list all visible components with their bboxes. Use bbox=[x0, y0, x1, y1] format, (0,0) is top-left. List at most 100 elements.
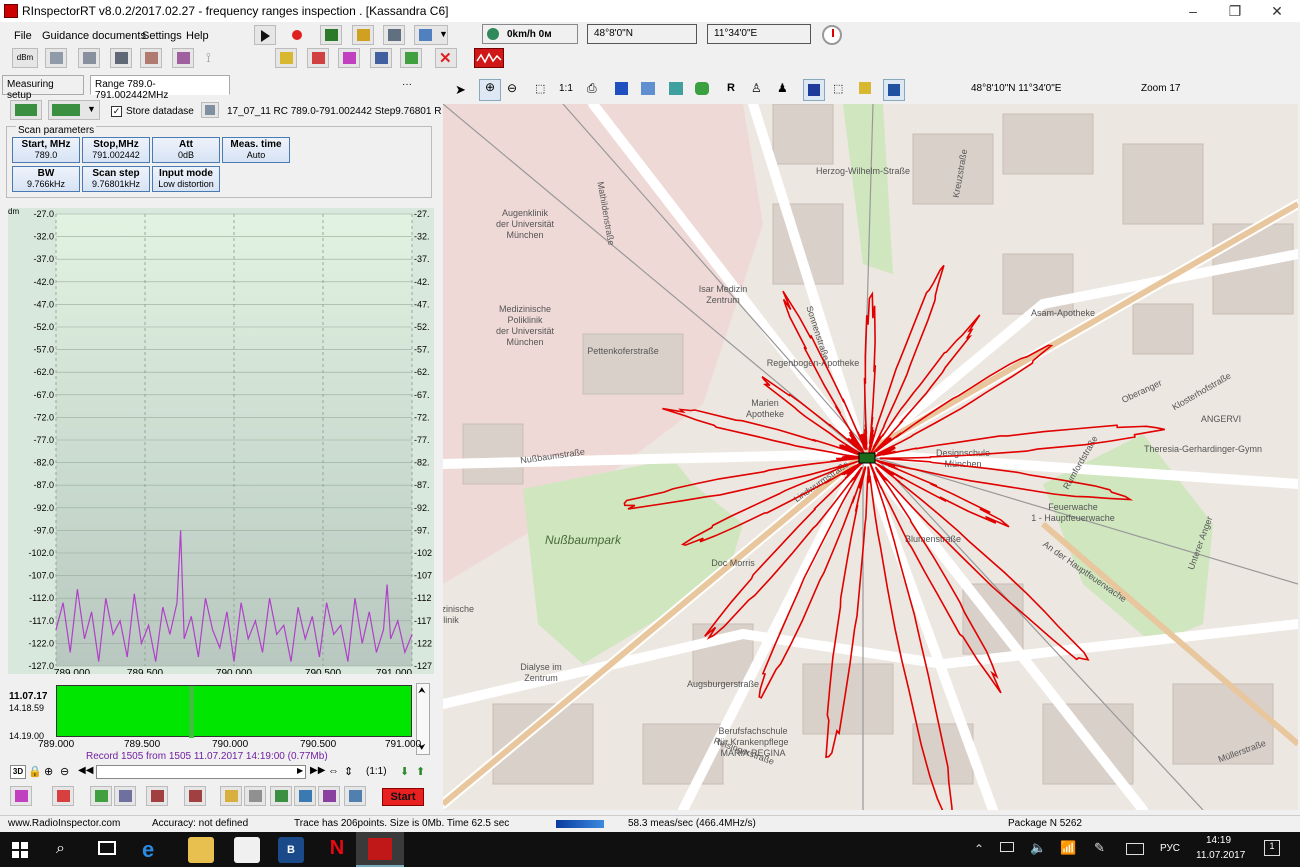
wifi-icon[interactable]: 📶 bbox=[1060, 840, 1076, 856]
r-icon[interactable]: R bbox=[727, 82, 735, 94]
dbm-button[interactable]: dBm bbox=[12, 48, 38, 68]
waterfall-display[interactable] bbox=[56, 685, 412, 738]
print-icon[interactable]: ⎙ bbox=[587, 81, 597, 96]
arrow-up-icon[interactable]: ⬆ bbox=[416, 765, 425, 778]
print-report-button[interactable] bbox=[307, 48, 329, 68]
antenna-icon[interactable]: ⟟ bbox=[206, 50, 220, 66]
more-icon[interactable]: ··· bbox=[402, 79, 412, 90]
expand-icon[interactable]: ⇕ bbox=[344, 765, 353, 778]
settings-button[interactable] bbox=[344, 786, 366, 806]
export-dropdown[interactable]: ▼ bbox=[48, 100, 100, 120]
table-button[interactable] bbox=[318, 786, 340, 806]
search-icon[interactable]: ⌕ bbox=[56, 840, 65, 858]
network-icon[interactable] bbox=[1000, 842, 1014, 852]
input-mode-button[interactable]: Input mode Low distortion bbox=[152, 166, 220, 192]
connect-button[interactable] bbox=[383, 25, 405, 45]
peak-button[interactable] bbox=[184, 786, 206, 806]
lock-icon[interactable]: 🔒 bbox=[28, 765, 42, 778]
zoom-out-tool-icon[interactable]: ⊖ bbox=[507, 81, 517, 95]
grid-map-button[interactable] bbox=[803, 79, 825, 101]
zoom-out-icon[interactable]: ⊖ bbox=[60, 765, 69, 778]
export-map-icon[interactable] bbox=[641, 82, 655, 95]
menu-file[interactable]: File bbox=[14, 30, 32, 42]
clock-time[interactable]: 14:19 bbox=[1206, 835, 1231, 846]
task-view-icon[interactable] bbox=[98, 841, 116, 855]
menu-guidance-documents[interactable]: Guidance documents bbox=[42, 30, 146, 42]
tab-measuring-setup[interactable]: Measuring setup bbox=[2, 75, 84, 101]
wave-button[interactable] bbox=[474, 48, 504, 68]
person-icon[interactable]: ♙ bbox=[751, 81, 762, 95]
scale-1-1-icon[interactable]: 1:1 bbox=[559, 83, 573, 94]
close-button[interactable]: ✕ bbox=[1254, 0, 1300, 22]
fast-forward-icon[interactable]: ▶▶ bbox=[310, 765, 325, 776]
att-button[interactable]: Att 0dB bbox=[152, 137, 220, 163]
keyboard-icon[interactable] bbox=[1126, 843, 1144, 855]
scroll-up-icon[interactable]: ⮝ bbox=[418, 685, 426, 696]
marker-button[interactable] bbox=[146, 786, 168, 806]
rewind-icon[interactable]: ◀◀ bbox=[78, 765, 93, 776]
palette-button[interactable] bbox=[90, 786, 112, 806]
edge-icon[interactable]: e bbox=[142, 837, 168, 863]
map-view[interactable]: Augenklinik der Universität München Isar Me… bbox=[443, 104, 1298, 810]
store-checkbox[interactable]: ✓ bbox=[111, 106, 122, 117]
image-button[interactable] bbox=[172, 48, 194, 68]
clipboard-button[interactable] bbox=[244, 786, 266, 806]
chart-mode-button[interactable] bbox=[10, 786, 32, 806]
save-map-icon[interactable] bbox=[615, 82, 628, 95]
fit-map-icon[interactable]: ⬚ bbox=[535, 82, 545, 95]
file-browse-button[interactable] bbox=[201, 102, 219, 118]
minimize-button[interactable]: – bbox=[1170, 0, 1216, 22]
menu-help[interactable]: Help bbox=[186, 30, 209, 42]
fit-icon[interactable]: ⇔ bbox=[328, 765, 339, 777]
gauge-icon[interactable] bbox=[822, 25, 842, 45]
pen-icon[interactable]: ✎ bbox=[1094, 840, 1105, 856]
menu-settings[interactable]: Settings bbox=[142, 30, 182, 42]
layers-map-icon[interactable] bbox=[669, 82, 683, 95]
pointer-icon[interactable]: ➤ bbox=[455, 82, 466, 98]
histogram-button[interactable] bbox=[114, 786, 136, 806]
antenna-dropdown[interactable]: ▼ bbox=[414, 25, 448, 45]
3d-toggle[interactable]: 3D bbox=[10, 765, 26, 779]
book-button[interactable] bbox=[78, 48, 100, 68]
record-button[interactable] bbox=[285, 25, 307, 45]
chart-button[interactable] bbox=[338, 48, 360, 68]
bars-button[interactable] bbox=[370, 48, 392, 68]
notification-icon[interactable]: 1 bbox=[1264, 840, 1280, 856]
scan-step-button[interactable]: Scan step 9.76801kHz bbox=[82, 166, 150, 192]
chat-button[interactable] bbox=[275, 48, 297, 68]
trace-button[interactable] bbox=[52, 786, 74, 806]
stop-mhz-button[interactable]: Stop,MHz 791.002442 bbox=[82, 137, 150, 163]
store-icon[interactable] bbox=[234, 837, 260, 863]
grid-button[interactable] bbox=[400, 48, 422, 68]
map-canvas[interactable]: Augenklinik der Universität MünchenIsar Me… bbox=[443, 104, 1298, 810]
ruler-icon[interactable] bbox=[859, 82, 871, 94]
netflix-icon[interactable]: N bbox=[324, 837, 350, 863]
signal-button[interactable] bbox=[352, 25, 374, 45]
arrow-down-icon[interactable]: ⬇ bbox=[400, 765, 409, 778]
select-icon[interactable]: ⬚ bbox=[833, 82, 843, 95]
compare-button[interactable] bbox=[294, 786, 316, 806]
zoom-ratio[interactable]: (1:1) bbox=[366, 766, 387, 777]
bw-button[interactable]: BW 9.766kHz bbox=[12, 166, 80, 192]
explorer-icon[interactable] bbox=[188, 837, 214, 863]
zoom-in-icon[interactable]: ⊕ bbox=[44, 765, 53, 778]
start-button[interactable]: Start bbox=[382, 788, 424, 806]
timeline-right-icon[interactable]: ▶ bbox=[297, 766, 303, 775]
play-button[interactable] bbox=[254, 25, 276, 45]
show-hidden-icons[interactable]: ⌃ bbox=[974, 842, 984, 856]
folder-button[interactable] bbox=[220, 786, 242, 806]
maximize-button[interactable]: ❐ bbox=[1212, 0, 1258, 22]
volume-icon[interactable]: 🔈 bbox=[1030, 840, 1046, 856]
tab-range[interactable]: Range 789.0-791.002442MHz bbox=[90, 75, 230, 101]
language-indicator[interactable]: РУС bbox=[1160, 843, 1180, 854]
save-button[interactable] bbox=[270, 786, 292, 806]
delete-button[interactable]: ✕ bbox=[435, 48, 457, 68]
layers-button[interactable] bbox=[110, 48, 132, 68]
panel-button[interactable] bbox=[45, 48, 67, 68]
radioinspector-task-button[interactable] bbox=[356, 832, 404, 867]
spectrum-chart[interactable]: -27.0 -27. -32.0 -32. -37.0 -37. -42.0 -42. -47.… bbox=[8, 208, 434, 679]
spectrum-view-button[interactable] bbox=[320, 25, 342, 45]
meas-time-button[interactable]: Meas. time Auto bbox=[222, 137, 290, 163]
pin-icon[interactable]: ♟ bbox=[777, 81, 788, 95]
clock-date[interactable]: 11.07.2017 bbox=[1196, 850, 1245, 861]
